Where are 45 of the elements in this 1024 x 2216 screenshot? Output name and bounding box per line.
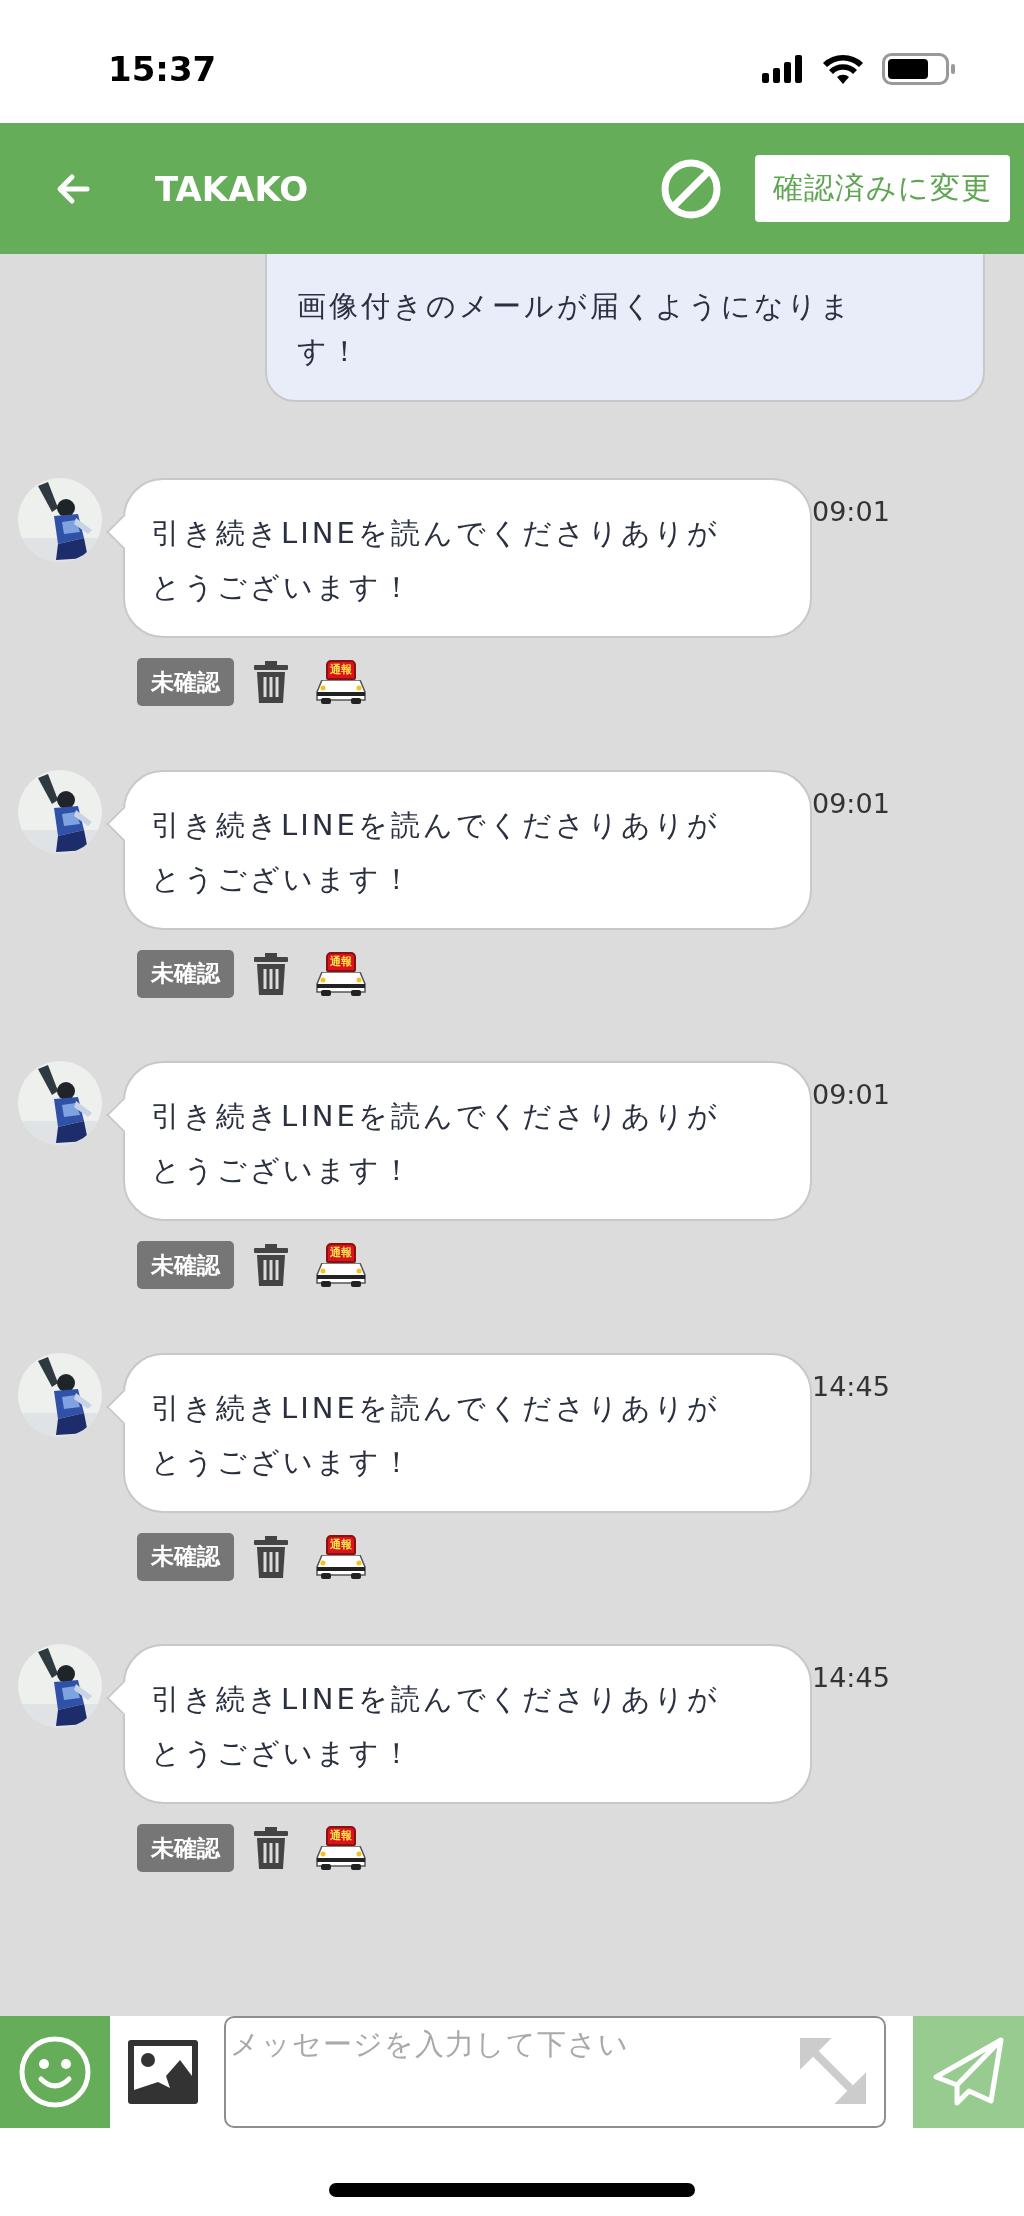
report-button[interactable]: 通報 xyxy=(316,660,366,704)
trash-icon xyxy=(254,952,288,995)
trash-icon xyxy=(254,1535,288,1578)
police-car-icon xyxy=(316,1263,366,1287)
sent-message-bubble: 画像付きのメールが届くようになります！ xyxy=(265,254,985,402)
delete-button[interactable] xyxy=(254,952,288,995)
report-button[interactable]: 通報 xyxy=(316,1534,366,1579)
expand-icon xyxy=(800,2038,866,2104)
emoji-button[interactable] xyxy=(0,2016,110,2128)
contact-name: TAKAKO xyxy=(155,168,310,209)
unconfirmed-badge: 未確認 xyxy=(137,949,234,998)
report-button[interactable]: 通報 xyxy=(316,951,366,996)
delete-button[interactable] xyxy=(254,1244,288,1286)
delete-button[interactable] xyxy=(254,1535,288,1578)
signal-icon xyxy=(762,54,804,83)
trash-icon xyxy=(254,1827,288,1869)
smiley-icon xyxy=(18,2035,92,2109)
block-button[interactable] xyxy=(660,157,722,220)
message-time: 09:01 xyxy=(812,787,890,819)
message-time: 14:45 xyxy=(812,1370,890,1402)
police-car-icon xyxy=(316,1554,366,1579)
message-time: 09:01 xyxy=(812,496,890,527)
delete-button[interactable] xyxy=(254,1827,288,1869)
image-icon xyxy=(128,2040,198,2104)
unconfirmed-badge: 未確認 xyxy=(137,658,234,706)
block-icon xyxy=(660,157,722,220)
police-car-icon xyxy=(316,971,366,996)
police-car-icon xyxy=(316,1846,366,1870)
wifi-icon xyxy=(822,53,864,84)
battery-icon xyxy=(882,52,956,85)
message-input-field[interactable]: メッセージを入力して下さい xyxy=(224,2016,886,2128)
unconfirmed-badge: 未確認 xyxy=(137,1532,234,1581)
report-button[interactable]: 通報 xyxy=(316,1243,366,1287)
trash-icon xyxy=(254,661,288,703)
police-car-icon xyxy=(316,680,366,704)
trash-icon xyxy=(254,1244,288,1286)
report-button[interactable]: 通報 xyxy=(316,1826,366,1870)
mark-confirmed-button[interactable]: 確認済みに変更 xyxy=(755,155,1010,222)
clock-time: 15:37 xyxy=(108,48,217,89)
message-time: 09:01 xyxy=(812,1079,890,1110)
unconfirmed-badge: 未確認 xyxy=(137,1241,234,1289)
message-time: 14:45 xyxy=(812,1662,890,1693)
unconfirmed-badge: 未確認 xyxy=(137,1824,234,1872)
delete-button[interactable] xyxy=(254,661,288,703)
paper-plane-icon xyxy=(932,2037,1005,2107)
